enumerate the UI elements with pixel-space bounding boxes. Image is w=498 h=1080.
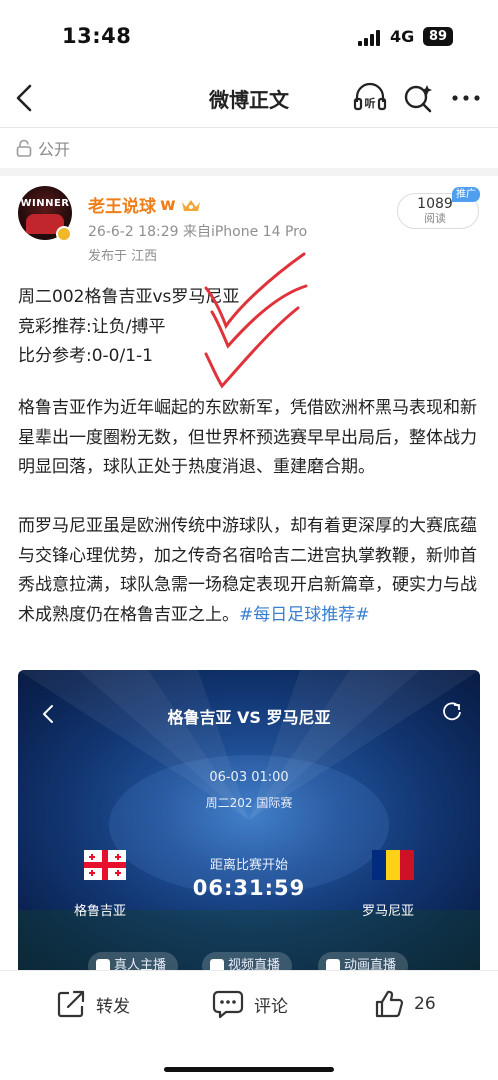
section-gap (0, 168, 498, 176)
countdown-label: 距离比赛开始 (209, 858, 288, 873)
countdown-timer: 06:31:59 (192, 876, 306, 900)
author-name-suffix: w (160, 194, 176, 215)
nav-bar: 微博正文 听 (0, 70, 498, 126)
more-icon[interactable] (448, 80, 484, 116)
hashtag-link[interactable]: #每日足球推荐# (239, 605, 370, 625)
post-line-score: 比分参考:0-0/1-1 (18, 346, 153, 366)
match-image[interactable]: 格鲁吉亚 VS 罗马尼亚 06-03 01:00 周二202 国际赛 距离比赛开… (18, 670, 480, 970)
status-bar: 13:48 4G 89 (0, 0, 498, 70)
post-paragraph-1: 格鲁吉亚作为近年崛起的东欧新军，凭借欧洲杯黑马表现和新星辈出一度圈粉无数，但世界… (18, 398, 477, 477)
author-name-text: 老王说球 (88, 197, 156, 217)
pill-animation-live[interactable]: 动画直播 (318, 952, 409, 970)
signal-icon (358, 30, 382, 46)
lock-icon (16, 139, 32, 157)
network-label: 4G (390, 27, 415, 46)
pill-live-host[interactable]: 真人主播 (88, 952, 179, 970)
pill-video-live[interactable]: 视频直播 (202, 952, 293, 970)
repost-label: 转发 (96, 996, 130, 1017)
privacy-row: 公开 (16, 136, 70, 160)
like-button[interactable]: 26 (374, 989, 436, 1019)
home-team-name: 格鲁吉亚 (74, 904, 127, 919)
match-league: 周二202 国际赛 (205, 796, 293, 810)
repost-button[interactable]: 转发 (56, 989, 130, 1019)
animation-icon (326, 959, 340, 970)
author-name[interactable]: 老王说球 w (88, 192, 202, 217)
promo-badge: 推广 (452, 187, 480, 202)
privacy-label: 公开 (38, 140, 71, 159)
search-icon[interactable] (400, 80, 436, 116)
pill-label: 真人主播 (114, 958, 167, 970)
pill-label: 动画直播 (344, 958, 397, 970)
post-paragraph-2: 而罗马尼亚虽是欧洲传统中游球队，却有着更深厚的大赛底蕴与交锋心理优势，加之传奇名… (18, 512, 480, 630)
post-line-tip: 竞彩推荐:让负/搏平 (18, 317, 166, 337)
refresh-icon[interactable] (442, 702, 462, 722)
away-team-name: 罗马尼亚 (362, 904, 415, 919)
like-count: 26 (414, 994, 436, 1014)
match-datetime: 06-03 01:00 (209, 770, 289, 785)
post-meta: 26-6-2 18:29 来自iPhone 14 Pro (88, 224, 308, 240)
pill-label: 视频直播 (228, 958, 281, 970)
thumbs-up-icon (375, 990, 404, 1018)
avatar-logo-text: WINNER (20, 198, 70, 209)
match-title: 格鲁吉亚 VS 罗马尼亚 (167, 708, 331, 727)
crown-icon (181, 199, 200, 211)
repost-icon (57, 990, 85, 1018)
bottom-action-bar: 转发 评论 26 (0, 970, 498, 1080)
listen-icon[interactable]: 听 (352, 80, 388, 116)
status-time: 13:48 (62, 24, 132, 48)
play-icon (210, 959, 224, 970)
post-location: 发布于 江西 (88, 249, 158, 264)
comment-button[interactable]: 评论 (212, 989, 288, 1019)
listen-label: 听 (365, 96, 376, 110)
battery-icon: 89 (423, 27, 453, 46)
home-indicator[interactable] (164, 1067, 334, 1072)
read-label: 阅读 (424, 212, 446, 225)
microphone-icon (96, 959, 110, 970)
comment-label: 评论 (254, 996, 288, 1017)
verified-badge-icon (56, 226, 72, 242)
comment-icon (212, 990, 244, 1019)
red-checkmark-annotation (204, 252, 308, 389)
divider (0, 127, 498, 128)
stream-options: 真人主播 视频直播 动画直播 (18, 952, 480, 970)
